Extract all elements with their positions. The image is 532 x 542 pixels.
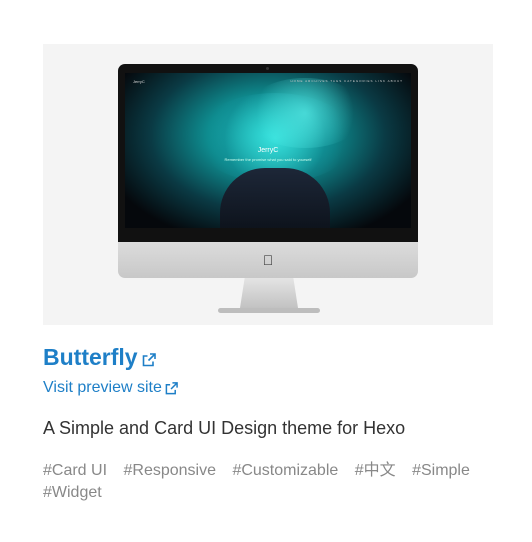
- screenshot-site-subtitle: Remember the promise what you said to yo…: [224, 157, 312, 162]
- title-row: Butterfly: [43, 344, 493, 371]
- imac-base: [218, 308, 320, 313]
- tag-link[interactable]: #Customizable: [232, 462, 338, 479]
- site-screenshot: JerryC HOME ARCHIVES TAGS CATEGORIES LIN…: [125, 73, 411, 228]
- tag-link[interactable]: #中文: [355, 462, 396, 479]
- imac-screen-frame: JerryC HOME ARCHIVES TAGS CATEGORIES LIN…: [118, 64, 418, 242]
- imac-stand: [240, 278, 298, 308]
- external-link-icon[interactable]: [165, 381, 178, 395]
- tag-link[interactable]: #Responsive: [123, 462, 216, 479]
- tag-list: #Card UI #Responsive #Customizable #中文 #…: [43, 460, 493, 504]
- theme-title-link[interactable]: Butterfly: [43, 344, 138, 371]
- tag-link[interactable]: #Card UI: [43, 462, 107, 479]
- external-link-icon[interactable]: [142, 352, 156, 367]
- theme-description: A Simple and Card UI Design theme for He…: [43, 418, 406, 438]
- tag-link[interactable]: #Widget: [43, 484, 102, 501]
- imac-chin: : [118, 242, 418, 278]
- visit-preview-link[interactable]: Visit preview site: [43, 379, 162, 397]
- tag-link[interactable]: #Simple: [412, 462, 470, 479]
- theme-preview-image[interactable]: JerryC HOME ARCHIVES TAGS CATEGORIES LIN…: [43, 44, 493, 325]
- preview-link-row: Visit preview site: [43, 379, 493, 397]
- screenshot-site-name: JerryC: [257, 147, 279, 154]
- screenshot-nav: HOME ARCHIVES TAGS CATEGORIES LINK ABOUT: [290, 79, 403, 83]
- smoke-graphic-2: [245, 78, 365, 148]
- apple-logo-icon: : [261, 252, 275, 268]
- camera-dot: [266, 67, 269, 70]
- theme-card: JerryC HOME ARCHIVES TAGS CATEGORIES LIN…: [43, 44, 493, 504]
- screenshot-brand: JerryC: [133, 79, 145, 84]
